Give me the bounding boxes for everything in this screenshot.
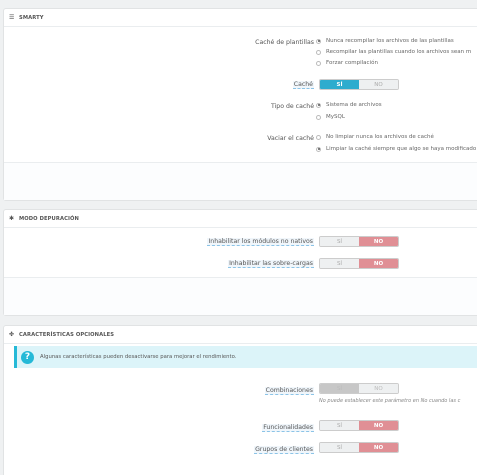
cache-switch-label: Caché <box>292 81 314 89</box>
features-label: Funcionalidades <box>262 424 314 432</box>
clear-cache-label: Vaciar el caché <box>267 135 314 142</box>
smarty-title: SMARTY <box>19 14 44 21</box>
cache-switch-no[interactable]: NO <box>359 80 398 89</box>
bug-icon: ✱ <box>9 214 15 222</box>
cache-type-filesystem[interactable]: Sistema de archivos <box>316 102 382 108</box>
disable-overrides-no[interactable]: NO <box>359 259 398 268</box>
smarty-panel-footer <box>4 162 477 200</box>
clear-cache-always[interactable]: Limpiar la caché siempre que algo se hay… <box>316 146 476 152</box>
combinations-help: No puede establecer este parámetro en No… <box>319 398 461 404</box>
smarty-panel-heading: ☰ SMARTY <box>4 9 477 27</box>
radio-button[interactable] <box>316 49 321 55</box>
debug-panel-heading: ✱ MODO DEPURACIÓN <box>4 210 477 228</box>
customer-groups-switch[interactable]: SÍ NO <box>319 442 399 453</box>
cache-option-recompile[interactable]: Recompilar las plantillas cuando los arc… <box>316 49 471 55</box>
debug-title: MODO DEPURACIÓN <box>19 215 79 222</box>
customer-groups-label: Grupos de clientes <box>254 446 314 454</box>
cache-switch-yes[interactable]: SÍ <box>320 80 359 89</box>
customer-groups-no[interactable]: NO <box>359 443 398 452</box>
features-yes[interactable]: SÍ <box>320 421 359 430</box>
radio-button[interactable] <box>316 134 321 140</box>
combinations-label: Combinaciones <box>264 387 314 395</box>
optional-panel-heading: ✤ CARACTERÍSTICAS OPCIONALES <box>4 326 477 344</box>
radio-button[interactable] <box>316 60 321 66</box>
disable-overrides-label: Inhabilitar las sobre-cargas <box>228 260 314 268</box>
puzzle-icon: ✤ <box>9 330 15 338</box>
optional-title: CARACTERÍSTICAS OPCIONALES <box>19 331 115 338</box>
question-icon: ? <box>21 350 34 364</box>
disable-modules-label: Inhabilitar los módulos no nativos <box>207 238 314 246</box>
debug-panel-footer <box>4 277 477 315</box>
radio-button[interactable] <box>316 102 321 108</box>
cache-type-mysql[interactable]: MySQL <box>316 114 345 120</box>
alert-text: Algunas características pueden desactiva… <box>40 354 237 360</box>
cache-option-never[interactable]: Nunca recompilar los archivos de las pla… <box>316 38 454 44</box>
disable-modules-no[interactable]: NO <box>359 237 398 246</box>
disable-modules-yes[interactable]: SÍ <box>320 237 359 246</box>
radio-button[interactable] <box>316 38 321 44</box>
disable-modules-switch[interactable]: SÍ NO <box>319 236 399 247</box>
cache-option-force[interactable]: Forzar compilación <box>316 60 378 66</box>
radio-button[interactable] <box>316 114 321 120</box>
combinations-yes[interactable]: SÍ <box>320 384 359 393</box>
cache-switch[interactable]: SÍ NO <box>319 79 399 90</box>
optional-features-panel: ✤ CARACTERÍSTICAS OPCIONALES ? Algunas c… <box>3 325 477 475</box>
radio-button[interactable] <box>316 146 321 152</box>
cache-type-label: Tipo de caché <box>270 103 314 110</box>
combinations-no[interactable]: NO <box>359 384 398 393</box>
disable-overrides-yes[interactable]: SÍ <box>320 259 359 268</box>
info-alert: ? Algunas características pueden desacti… <box>14 346 477 368</box>
debug-panel: ✱ MODO DEPURACIÓN Inhabilitar los módulo… <box>3 209 477 316</box>
cache-templates-label: Caché de plantillas <box>255 39 314 46</box>
features-no[interactable]: NO <box>359 421 398 430</box>
customer-groups-yes[interactable]: SÍ <box>320 443 359 452</box>
list-icon: ☰ <box>9 13 15 21</box>
combinations-switch[interactable]: SÍ NO <box>319 383 399 394</box>
features-switch[interactable]: SÍ NO <box>319 420 399 431</box>
clear-cache-never[interactable]: No limpiar nunca los archivos de caché <box>316 134 434 140</box>
disable-overrides-switch[interactable]: SÍ NO <box>319 258 399 269</box>
smarty-panel: ☰ SMARTY Caché de plantillas Nunca recom… <box>3 8 477 201</box>
